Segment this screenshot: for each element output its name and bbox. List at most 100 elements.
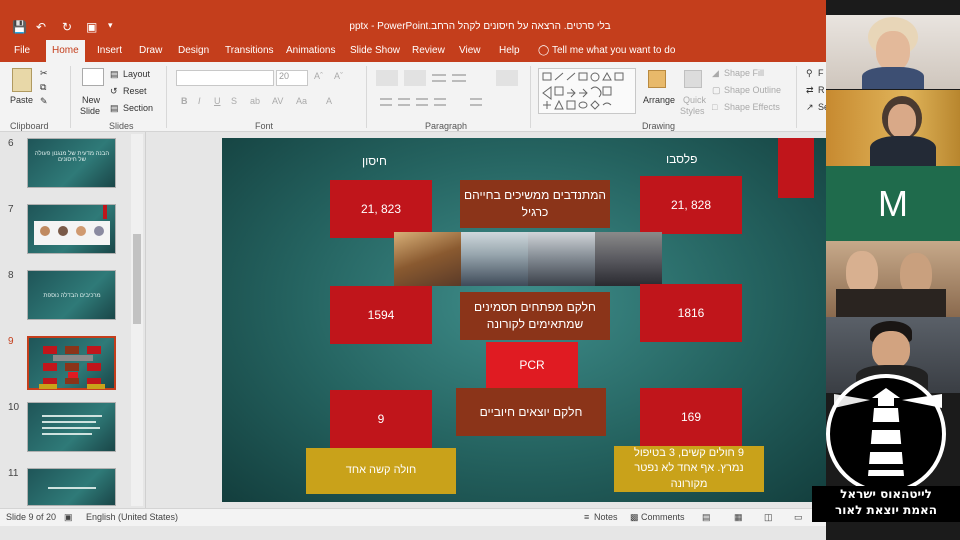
comments-button[interactable]: Comments <box>641 512 685 522</box>
pcr-box[interactable]: PCR <box>486 342 578 388</box>
people-photo-strip[interactable] <box>394 232 662 286</box>
change-case-icon[interactable]: Aa <box>296 96 307 106</box>
quick-styles-button-line2[interactable]: Styles <box>680 106 705 116</box>
thumbnails-scrollbar[interactable] <box>131 134 143 506</box>
justify-icon[interactable] <box>434 98 446 106</box>
vaccine-positive-box[interactable]: 9 <box>330 390 432 448</box>
save-icon[interactable]: 💾 <box>12 20 27 34</box>
slide-sorter-icon[interactable]: ▦ <box>734 512 743 523</box>
align-right-icon[interactable] <box>416 98 428 106</box>
tell-me-search[interactable]: ◯ Tell me what you want to do <box>538 40 675 62</box>
thumbnail-slide-11[interactable] <box>27 468 116 506</box>
tab-transitions[interactable]: Transitions <box>219 40 280 62</box>
select-icon: ↗ <box>806 102 814 112</box>
scrollbar-thumb[interactable] <box>133 234 141 324</box>
cut-icon[interactable]: ✂ <box>40 68 48 79</box>
shrink-font-icon[interactable]: Aˇ <box>334 71 343 81</box>
arrange-icon[interactable] <box>648 70 666 88</box>
participant-video-4[interactable] <box>826 241 960 317</box>
thumbnail-slide-8[interactable]: מרכיבים הבדלה נוספת <box>27 270 116 320</box>
participant-video-2[interactable] <box>826 90 960 166</box>
normal-view-icon[interactable]: ▤ <box>702 512 711 523</box>
placebo-positive-box[interactable]: 169 <box>640 388 742 446</box>
tab-slide-show[interactable]: Slide Show <box>344 40 406 62</box>
find-button[interactable]: F <box>818 68 824 78</box>
spell-check-icon[interactable]: ▣ <box>64 512 73 523</box>
numbering-icon[interactable] <box>404 70 426 86</box>
develop-symptoms-box[interactable]: חלקם מפתחים תסמינים שמתאימים לקורונה <box>460 292 610 340</box>
current-slide[interactable]: פלסבו חיסון 21, 823 המתנדבים ממשיכים בחי… <box>222 138 826 502</box>
font-name-box[interactable] <box>176 70 274 86</box>
vaccine-symptoms-box[interactable]: 1594 <box>330 286 432 344</box>
reading-view-icon[interactable]: ◫ <box>764 512 773 523</box>
decrease-indent-icon[interactable] <box>432 74 446 82</box>
redo-icon[interactable]: ↻ <box>62 20 72 34</box>
tab-design[interactable]: Design <box>172 40 215 62</box>
paste-button[interactable]: Paste <box>10 95 33 105</box>
vaccine-total-box[interactable]: 21, 823 <box>330 180 432 238</box>
italic-button[interactable]: I <box>198 96 201 106</box>
continue-life-box[interactable]: המתנדבים ממשיכים בחייהם כרגיל <box>460 180 610 228</box>
char-spacing-icon[interactable]: AV <box>272 96 283 106</box>
font-color-icon[interactable]: A <box>326 96 332 106</box>
tab-insert[interactable]: Insert <box>91 40 128 62</box>
replace-button[interactable]: R <box>818 85 825 95</box>
placebo-symptoms-box[interactable]: 1816 <box>640 284 742 342</box>
bullets-icon[interactable] <box>376 70 398 86</box>
columns-icon[interactable] <box>470 98 482 106</box>
tab-help[interactable]: Help <box>493 40 526 62</box>
tab-home[interactable]: Home <box>46 40 85 62</box>
bold-button[interactable]: B <box>181 96 188 106</box>
thumbnail-slide-10[interactable] <box>27 402 116 452</box>
slideshow-view-icon[interactable]: ▭ <box>794 512 803 523</box>
shapes-gallery[interactable] <box>538 68 636 114</box>
photo-office-people <box>461 232 528 286</box>
tab-review[interactable]: Review <box>406 40 451 62</box>
align-center-icon[interactable] <box>398 98 410 106</box>
participant-face <box>888 104 916 138</box>
reset-button[interactable]: Reset <box>123 86 147 96</box>
thumbnail-slide-6[interactable]: הבנה מדעית של מנגנון פעולה של חיסונים <box>27 138 116 188</box>
placebo-total-box[interactable]: 21, 828 <box>640 176 742 234</box>
section-button[interactable]: Section <box>123 103 153 113</box>
shape-fill-button[interactable]: Shape Fill <box>724 68 764 78</box>
quick-styles-icon[interactable] <box>684 70 702 88</box>
language-indicator[interactable]: English (United States) <box>86 512 178 522</box>
text-direction-icon[interactable] <box>496 70 518 86</box>
tab-draw[interactable]: Draw <box>133 40 168 62</box>
tab-view[interactable]: View <box>453 40 487 62</box>
vaccine-note-box[interactable]: חולה קשה אחד <box>306 448 456 494</box>
participant-video-1[interactable] <box>826 15 960 89</box>
quick-styles-button[interactable]: Quick <box>683 95 706 105</box>
positive-box[interactable]: חלקם יוצאים חיוביים <box>456 388 606 436</box>
new-slide-button-line2[interactable]: Slide <box>80 106 100 116</box>
undo-icon[interactable]: ↶ <box>36 20 46 34</box>
layout-button[interactable]: Layout <box>123 69 150 79</box>
participant-video-3[interactable]: M <box>826 166 960 242</box>
grow-font-icon[interactable]: Aˆ <box>314 71 323 81</box>
strike-button[interactable]: S <box>231 96 237 106</box>
tab-animations[interactable]: Animations <box>280 40 341 62</box>
increase-indent-icon[interactable] <box>452 74 466 82</box>
align-left-icon[interactable] <box>380 98 392 106</box>
notes-button[interactable]: Notes <box>594 512 618 522</box>
new-slide-button[interactable]: New <box>82 95 100 105</box>
shape-outline-button[interactable]: Shape Outline <box>724 85 781 95</box>
thumbnail-slide-7[interactable] <box>27 204 116 254</box>
customize-qat-icon[interactable]: ▾ <box>108 20 113 31</box>
shape-effects-button[interactable]: Shape Effects <box>724 102 780 112</box>
new-slide-icon[interactable] <box>82 68 104 86</box>
copy-icon[interactable]: ⧉ <box>40 82 46 93</box>
underline-button[interactable]: U <box>214 96 221 106</box>
arrange-button[interactable]: Arrange <box>643 95 675 105</box>
present-icon[interactable]: ▣ <box>86 20 97 34</box>
tell-me-label: Tell me what you want to do <box>551 45 676 56</box>
font-size-box[interactable]: 20 <box>276 70 308 86</box>
thumbnail-slide-9-selected[interactable] <box>27 336 116 390</box>
shape-effects-icon: □ <box>712 102 718 112</box>
paste-icon[interactable] <box>12 68 32 92</box>
shadow-icon[interactable]: ab <box>250 96 260 106</box>
placebo-note-box[interactable]: 9 חולים קשים, 3 בטיפול נמרץ. אף אחד לא נ… <box>614 446 764 492</box>
format-painter-icon[interactable]: ✎ <box>40 96 48 107</box>
tab-file[interactable]: File <box>8 40 36 62</box>
